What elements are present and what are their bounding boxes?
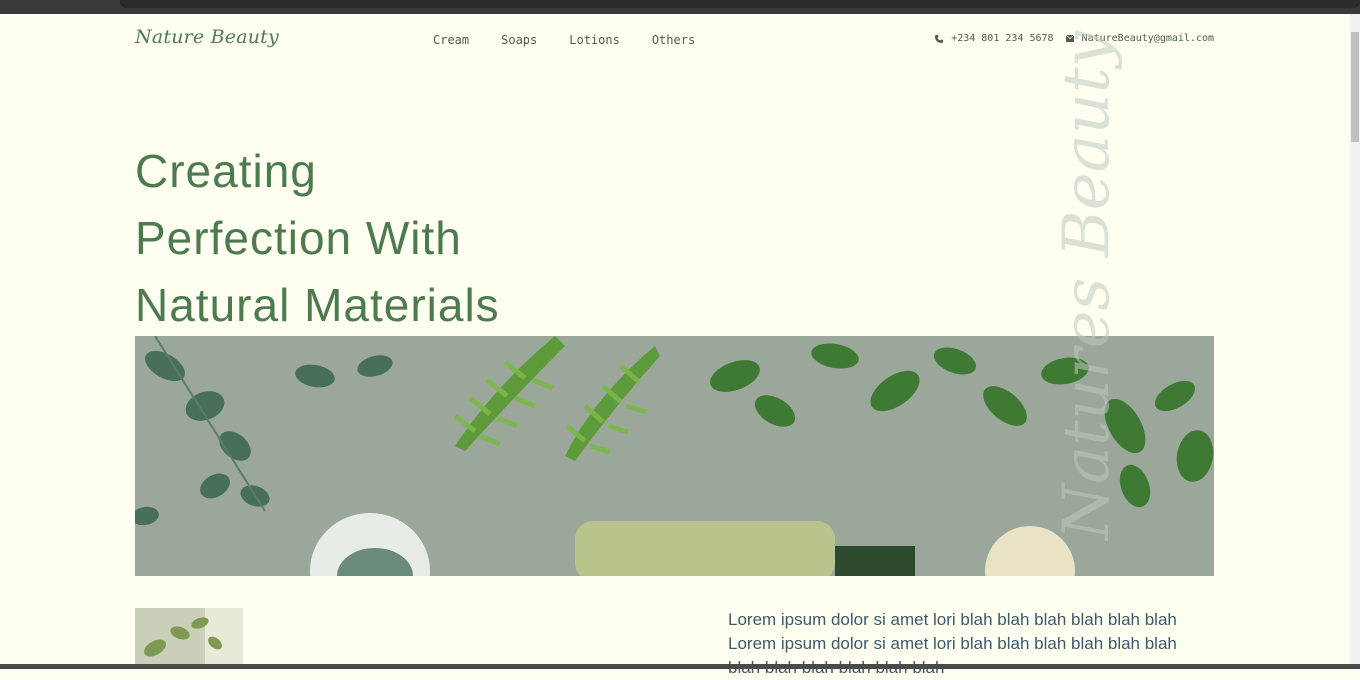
- phone-number: +234 801 234 5678: [951, 33, 1054, 44]
- envelope-icon: [1065, 35, 1074, 42]
- email-contact[interactable]: NatureBeauty@gmail.com: [1065, 33, 1214, 44]
- thumbnail-plant-illustration: [135, 608, 243, 669]
- intro-paragraph: Lorem ipsum dolor si amet lori blah blah…: [728, 610, 1177, 677]
- scrollbar-thumb[interactable]: [1351, 32, 1359, 142]
- page-scrollbar[interactable]: [1350, 14, 1360, 664]
- browser-tabstrip: [120, 0, 1360, 8]
- bottom-edge: [0, 664, 1360, 669]
- nav-link-cream[interactable]: Cream: [433, 33, 469, 47]
- phone-contact[interactable]: +234 801 234 5678: [935, 33, 1054, 44]
- hero-title-line-3: Natural Materials: [135, 279, 500, 331]
- nav-link-soaps[interactable]: Soaps: [501, 33, 537, 47]
- hero-title: Creating Perfection With Natural Materia…: [135, 138, 500, 339]
- contact-info: +234 801 234 5678 NatureBeauty@gmail.com: [935, 33, 1214, 44]
- main-nav: Cream Soaps Lotions Others: [433, 33, 695, 47]
- hero-title-line-1: Creating: [135, 145, 317, 197]
- nav-link-lotions[interactable]: Lotions: [569, 33, 620, 47]
- email-address: NatureBeauty@gmail.com: [1081, 33, 1214, 44]
- hero-image: [135, 336, 1214, 576]
- product-thumbnail[interactable]: [135, 608, 243, 669]
- site-logo[interactable]: Nature Beauty: [135, 26, 279, 48]
- hero-title-line-2: Perfection With: [135, 212, 462, 264]
- nav-link-others[interactable]: Others: [652, 33, 695, 47]
- browser-top-bar: [0, 0, 1360, 14]
- hero-leaves-illustration: [135, 336, 1214, 576]
- phone-icon: [935, 34, 944, 43]
